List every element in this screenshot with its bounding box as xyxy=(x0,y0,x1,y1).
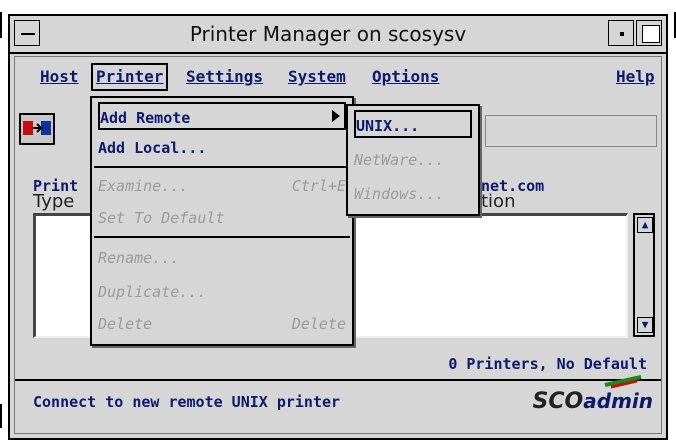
logo-sco: SCO xyxy=(532,389,584,414)
menu-item-duplicate[interactable]: Duplicate... xyxy=(98,278,346,306)
netware-label: NetWare... xyxy=(354,151,445,169)
set-to-default-label: Set To Default xyxy=(98,209,225,227)
frame-line-top-left xyxy=(0,12,2,38)
menu-settings-label: Settings xyxy=(186,67,264,86)
menu-item-examine[interactable]: Examine... Ctrl+E xyxy=(98,172,346,200)
window-title: Printer Manager on scosysv xyxy=(189,22,467,46)
menu-item-add-local[interactable]: Add Local... xyxy=(98,134,346,162)
menu-bar: Host Printer Settings System Options Hel… xyxy=(15,57,661,95)
window-menu-icon xyxy=(21,33,35,35)
scroll-up-icon[interactable]: ▲ xyxy=(637,217,653,233)
frame-line-bottom-left xyxy=(0,404,2,428)
examine-label: Examine... xyxy=(98,177,189,195)
menu-options[interactable]: Options xyxy=(369,65,442,89)
menu-host-label: Host xyxy=(40,67,79,86)
scroll-down-icon[interactable]: ▼ xyxy=(637,317,653,333)
menu-item-netware[interactable]: NetWare... xyxy=(354,146,472,174)
menu-help-label: Help xyxy=(616,67,655,86)
printer-count-status: 0 Printers, No Default xyxy=(448,355,647,373)
maximize-icon xyxy=(642,25,660,43)
menu-item-add-remote[interactable]: Add Remote xyxy=(98,102,346,130)
delete-label: Delete xyxy=(98,315,153,333)
menu-separator xyxy=(94,166,350,168)
printer-list-scrollbar[interactable]: ▲ ▼ xyxy=(633,213,655,337)
status-divider xyxy=(15,379,661,381)
examine-accelerator: Ctrl+E xyxy=(291,177,346,195)
add-remote-submenu: UNIX... NetWare... Windows... xyxy=(346,104,480,216)
minimize-button[interactable] xyxy=(608,20,634,46)
menu-item-windows[interactable]: Windows... xyxy=(354,180,472,208)
status-message: Connect to new remote UNIX printer xyxy=(33,393,341,411)
menu-settings[interactable]: Settings xyxy=(183,65,266,89)
printer-menu: Add Remote Add Local... Examine... Ctrl+… xyxy=(90,96,354,346)
duplicate-label: Duplicate... xyxy=(98,283,207,301)
menu-item-delete[interactable]: Delete Delete xyxy=(98,310,346,338)
maximize-button[interactable] xyxy=(636,20,662,46)
menu-help[interactable]: Help xyxy=(613,65,658,89)
rename-label: Rename... xyxy=(98,249,180,267)
window-menu-button[interactable] xyxy=(14,20,40,46)
type-column-header: Type xyxy=(33,191,75,212)
logo-admin: admin xyxy=(583,389,653,413)
add-local-label: Add Local... xyxy=(98,139,207,157)
menu-system-label: System xyxy=(288,67,346,86)
menu-separator xyxy=(94,236,350,238)
location-column-header: tion xyxy=(481,191,516,212)
windows-label: Windows... xyxy=(354,185,445,203)
printer-toolbar-button[interactable] xyxy=(19,113,55,145)
menu-host[interactable]: Host xyxy=(37,65,82,89)
printer-connect-icon xyxy=(23,121,51,135)
menu-system[interactable]: System xyxy=(285,65,349,89)
sco-admin-logo-icon xyxy=(604,375,642,389)
menu-printer[interactable]: Printer xyxy=(91,63,169,91)
minimize-icon xyxy=(620,32,624,36)
sco-admin-logo: SCOadmin xyxy=(533,389,653,414)
submenu-arrow-icon xyxy=(332,110,340,122)
printer-filter-field[interactable] xyxy=(485,115,657,147)
unix-label: UNIX... xyxy=(356,117,420,135)
add-remote-label: Add Remote xyxy=(100,109,191,127)
delete-accelerator: Delete xyxy=(291,315,346,333)
menu-options-label: Options xyxy=(372,67,440,86)
menu-printer-label: Printer xyxy=(96,67,164,86)
menu-item-set-to-default[interactable]: Set To Default xyxy=(98,204,346,232)
menu-item-unix[interactable]: UNIX... xyxy=(354,110,472,138)
title-bar[interactable]: Printer Manager on scosysv xyxy=(10,16,666,54)
menu-item-rename[interactable]: Rename... xyxy=(98,244,346,272)
